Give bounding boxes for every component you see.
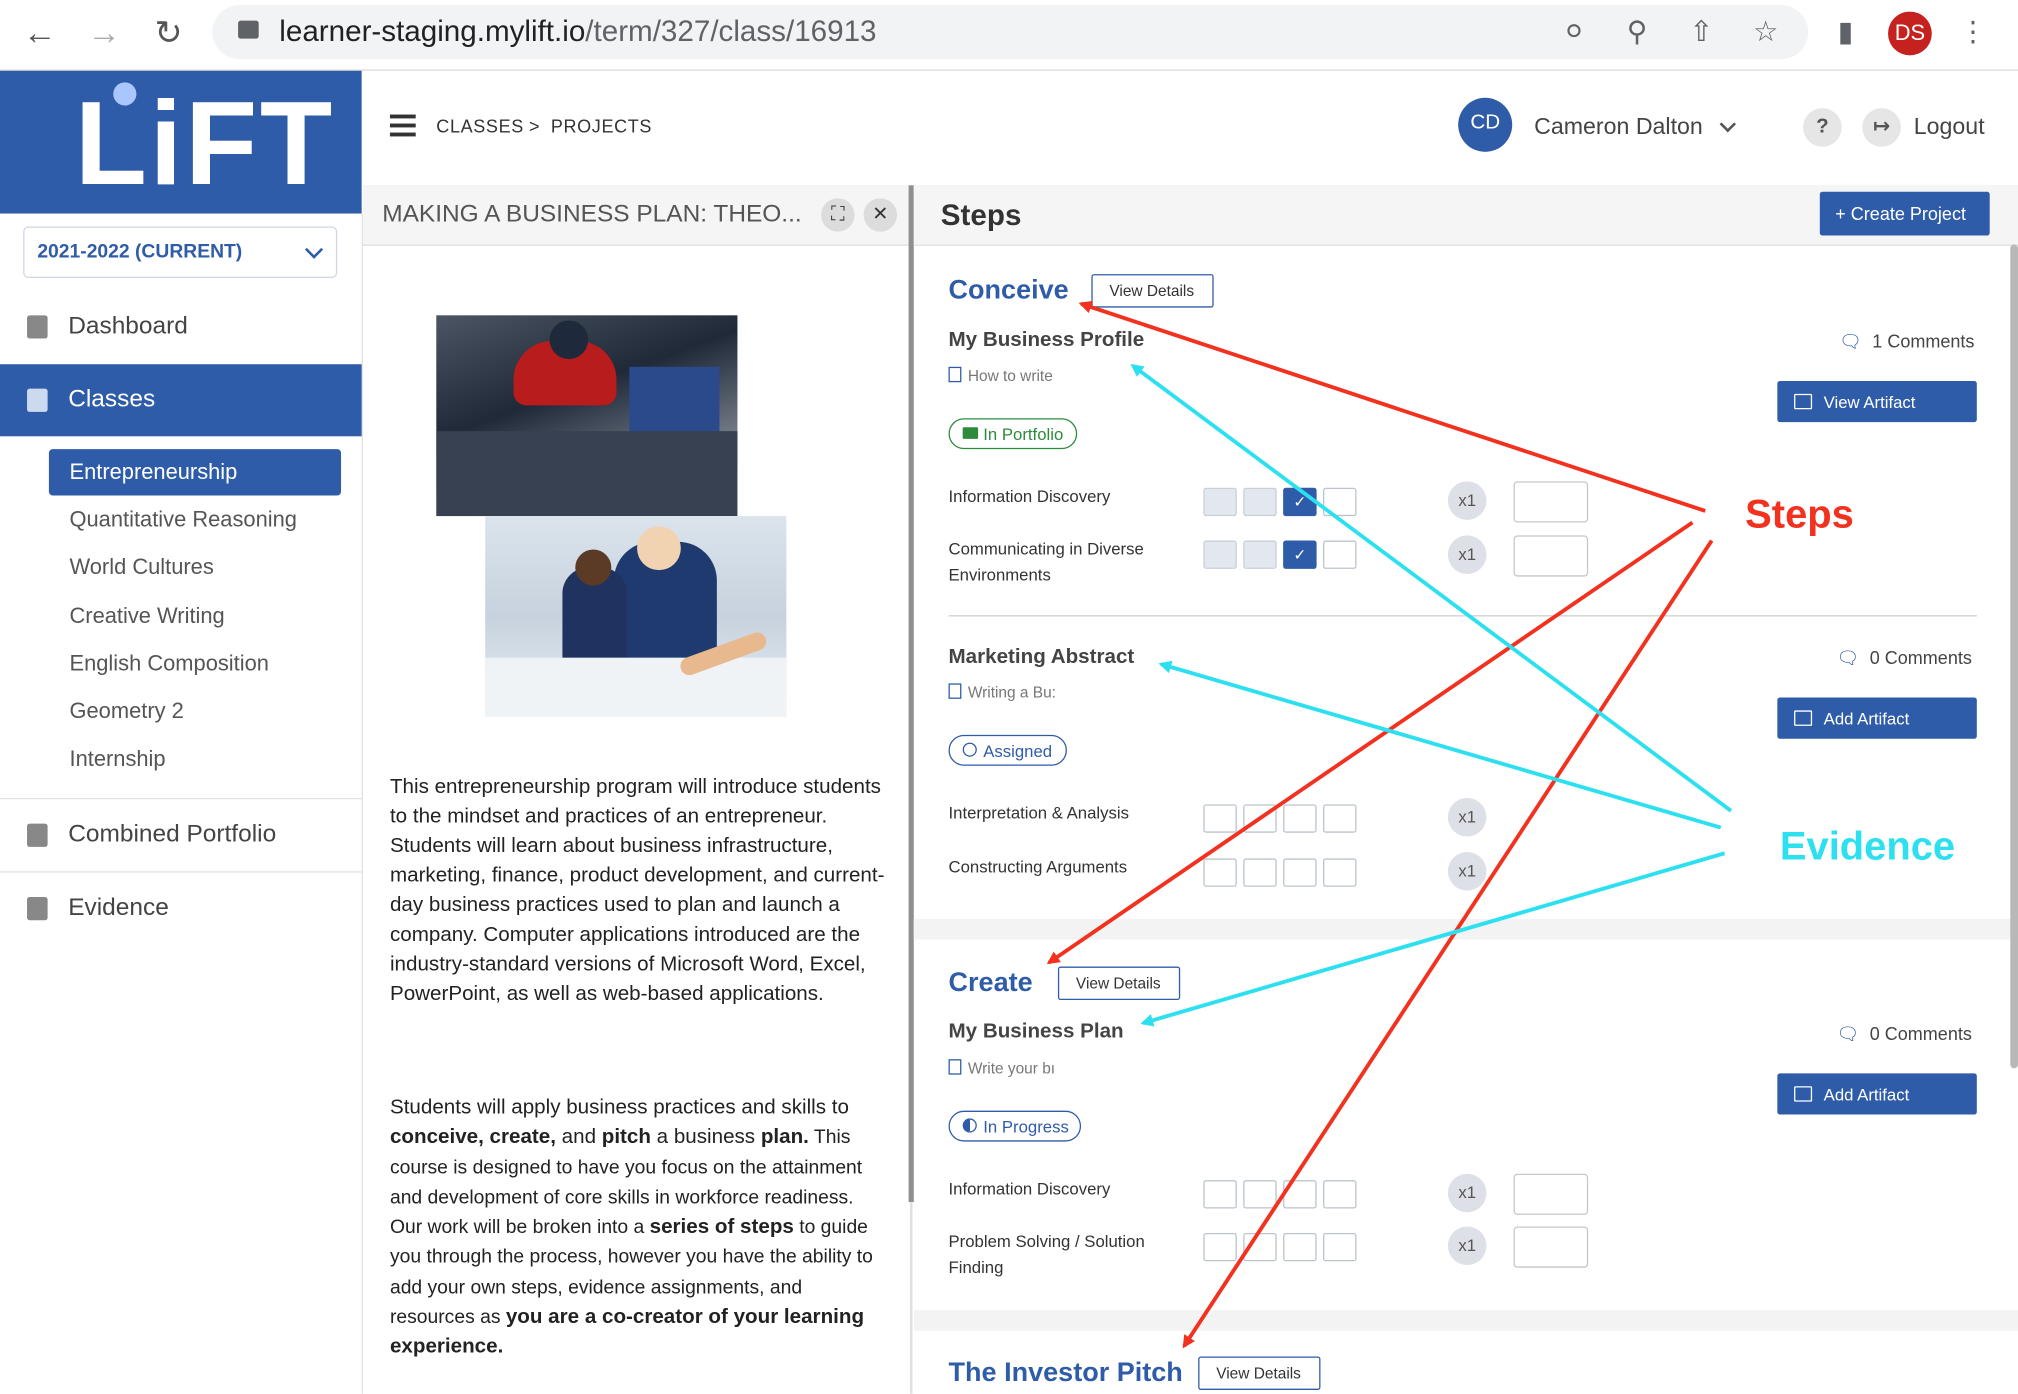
steps-annotation-label: Steps	[1745, 491, 1854, 537]
evidence-arrow-plan	[1140, 851, 1726, 1027]
annotation-arrows	[1046, 300, 1733, 1349]
steps-arrow-create	[1046, 520, 1694, 965]
evidence-annotation-label: Evidence	[1779, 823, 1956, 869]
steps-arrow-pitch	[1182, 539, 1714, 1349]
evidence-arrow-abstract	[1158, 660, 1722, 830]
steps-arrow-conceive	[1078, 300, 1706, 513]
